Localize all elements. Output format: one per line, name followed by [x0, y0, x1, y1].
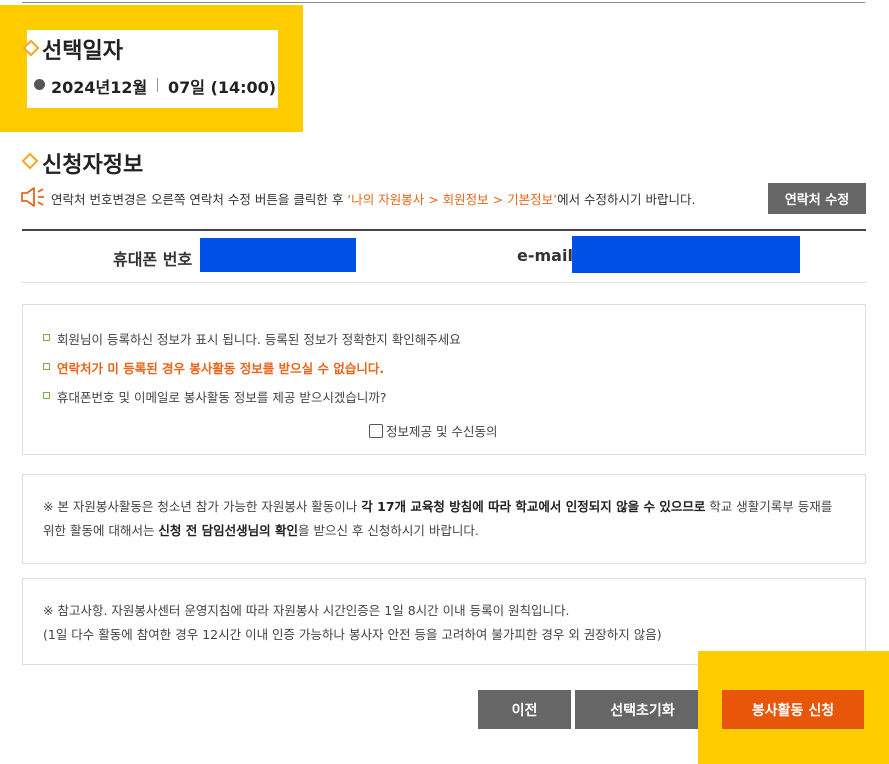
info-line: 회원님이 등록하신 정보가 표시 됩니다. 등록된 정보가 정확한지 확인해주세…: [57, 332, 461, 347]
contact-table-top-border: [22, 229, 866, 231]
applicant-section-title: 신청자정보: [42, 153, 144, 178]
top-divider: [22, 2, 865, 3]
warning-line: 연락처가 미 등록된 경우 봉사활동 정보를 받으실 수 없습니다.: [57, 361, 385, 376]
square-bullet-icon: [43, 363, 50, 370]
consent-info-box: 회원님이 등록하신 정보가 표시 됩니다. 등록된 정보가 정확한지 확인해주세…: [22, 304, 866, 455]
consent-checkbox[interactable]: [369, 423, 383, 438]
phone-label: 휴대폰 번호: [113, 250, 193, 269]
consent-question: 휴대폰번호 및 이메일로 봉사활동 정보를 제공 받으시겠습니까?: [57, 390, 387, 405]
notice-text-suffix: 에서 수정하시기 바랍니다.: [557, 192, 696, 207]
school-notice-text: ※ 본 자원봉사활동은 청소년 참가 가능한 자원봉사 활동이나 각 17개 교…: [43, 495, 845, 543]
speaker-icon: [21, 187, 44, 207]
apply-volunteer-button[interactable]: 봉사활동 신청: [722, 690, 864, 729]
prev-button[interactable]: 이전: [478, 690, 571, 729]
diamond-bullet-icon: [21, 152, 39, 170]
reset-selection-button[interactable]: 선택초기화: [575, 690, 710, 729]
square-bullet-icon: [43, 392, 50, 399]
notice-bold: 각 17개 교육청 방침에 따라 학교에서 인정되지 않을 수 있으므로: [361, 499, 706, 514]
email-label: e-mail: [517, 246, 573, 265]
notice-text: 연락처 번호변경은 오른쪽 연락처 수정 버튼을 클릭한 후: [51, 192, 348, 207]
date-separator: [157, 78, 158, 92]
selected-day-time: 07일 (14:00): [168, 78, 277, 97]
reference-line-2: (1일 다수 활동에 참여한 경우 12시간 이내 인증 가능하나 봉사자 안전…: [43, 627, 662, 642]
selected-year-month: 2024년12월: [51, 78, 148, 97]
consent-checkbox-row[interactable]: 정보제공 및 수신동의: [369, 421, 497, 440]
notice-path: ‘나의 자원봉사 > 회원정보 > 기본정보’: [347, 192, 558, 207]
phone-value-redacted: [200, 238, 356, 272]
bullet-dot-icon: [34, 79, 45, 90]
notice-bold: 신청 전 담임선생님의 확인: [158, 523, 298, 538]
notice-part: 을 받으신 후 신청하시기 바랍니다.: [297, 523, 479, 538]
school-notice-box: ※ 본 자원봉사활동은 청소년 참가 가능한 자원봉사 활동이나 각 17개 교…: [22, 474, 866, 564]
notice-part: ※ 본 자원봉사활동은 청소년 참가 가능한 자원봉사 활동이나: [43, 499, 362, 514]
contact-change-notice: 연락처 번호변경은 오른쪽 연락처 수정 버튼을 클릭한 후 ‘나의 자원봉사 …: [51, 189, 695, 208]
email-value-redacted: [572, 236, 800, 273]
consent-label: 정보제공 및 수신동의: [386, 424, 498, 439]
square-bullet-icon: [43, 334, 50, 341]
date-section-title: 선택일자: [42, 39, 123, 64]
reference-line: ※ 참고사항. 자원봉사센터 운영지침에 따라 자원봉사 시간인증은 1일 8시…: [43, 603, 570, 618]
edit-contact-button[interactable]: 연락처 수정: [768, 183, 866, 214]
contact-table-bottom-border: [22, 282, 866, 283]
